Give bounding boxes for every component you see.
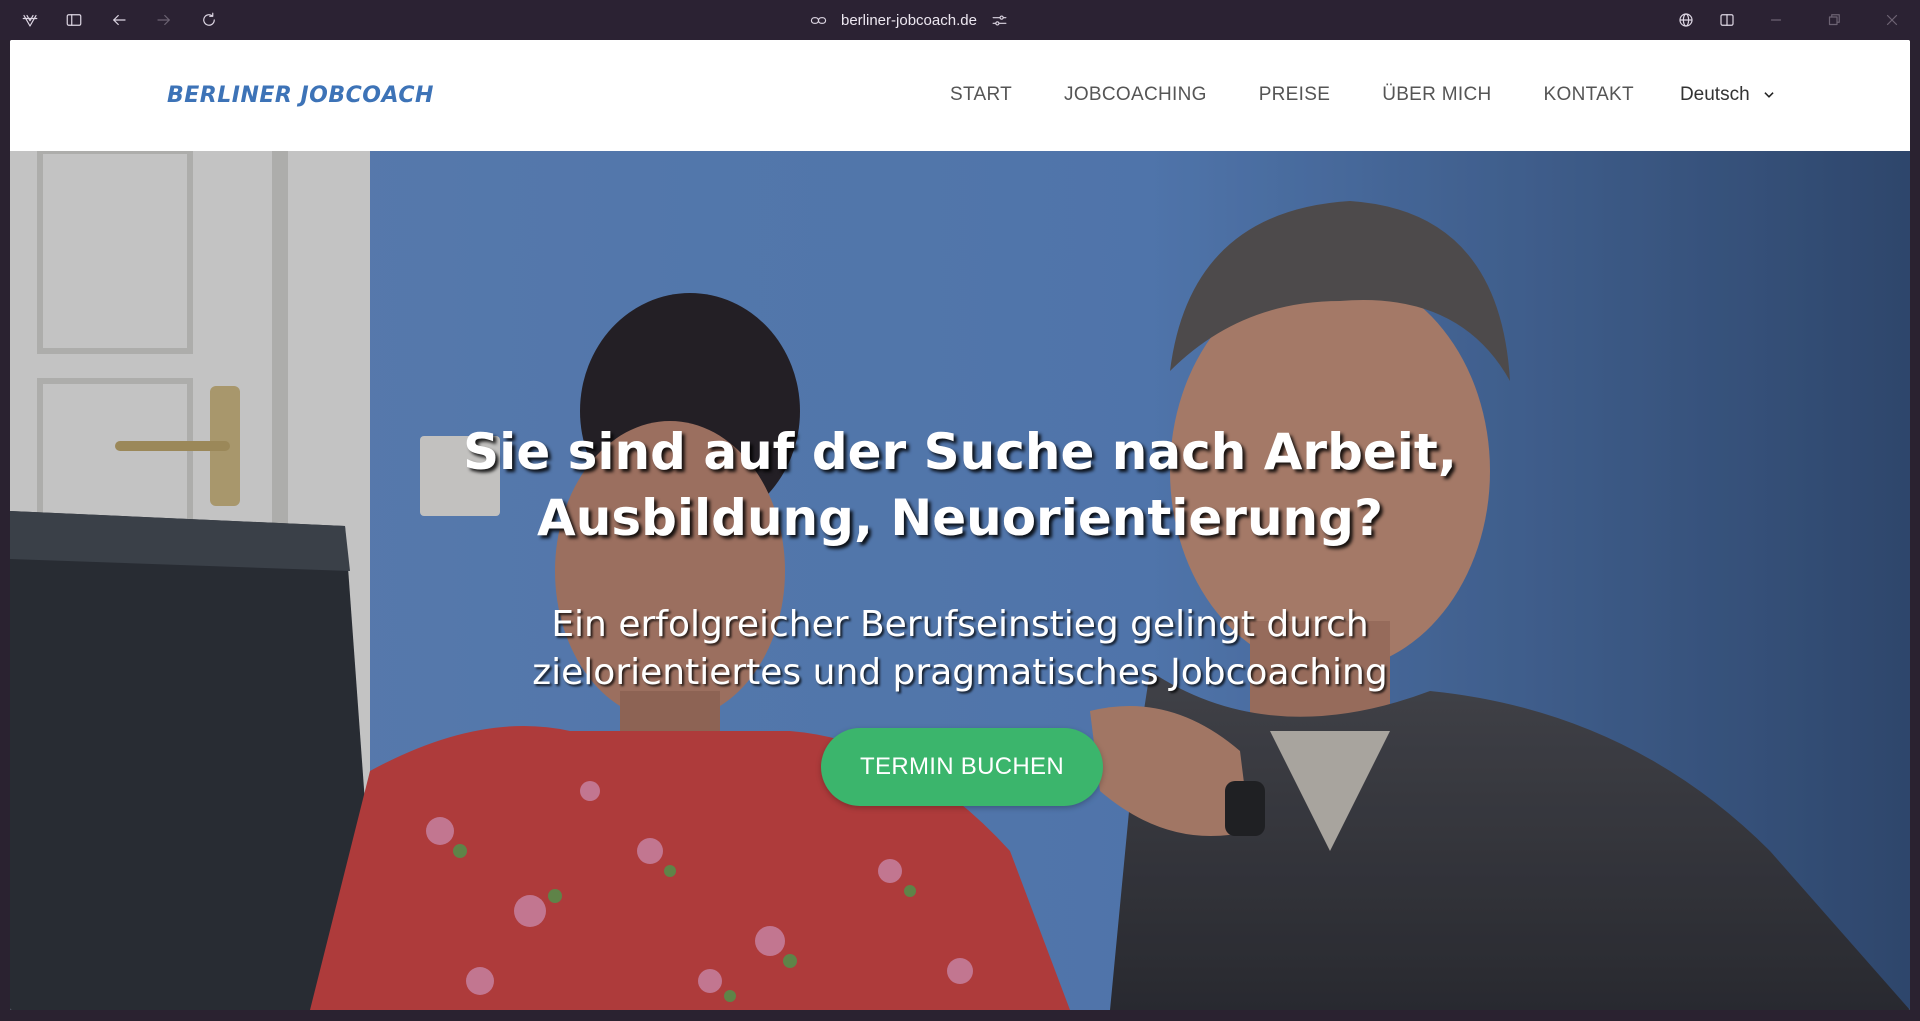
language-select[interactable]: Deutsch [1680, 84, 1776, 106]
sidebar-toggle-icon[interactable] [62, 8, 86, 32]
book-appointment-button[interactable]: TERMIN BUCHEN [821, 728, 1103, 806]
globe-icon[interactable] [1674, 8, 1698, 32]
site-settings-icon[interactable] [991, 12, 1008, 29]
forward-icon[interactable] [152, 8, 176, 32]
nav-start[interactable]: START [950, 84, 1012, 106]
split-view-icon[interactable] [1715, 8, 1739, 32]
hero-section: Sie sind auf der Suche nach Arbeit, Ausb… [10, 151, 1910, 1010]
hero-subtitle: Ein erfolgreicher Berufseinstieg gelingt… [10, 601, 1910, 697]
nav-kontakt[interactable]: KONTAKT [1544, 84, 1634, 106]
chevron-down-icon [1764, 92, 1774, 98]
url-text[interactable]: berliner-jobcoach.de [841, 12, 977, 29]
hero-title: Sie sind auf der Suche nach Arbeit, Ausb… [10, 419, 1910, 551]
hero-overlay [10, 151, 1910, 1010]
page-viewport: BERLINER JOBCOACH START JOBCOACHING PREI… [10, 40, 1910, 1010]
reload-icon[interactable] [197, 8, 221, 32]
hero-subtitle-line-1: Ein erfolgreicher Berufseinstieg gelingt… [551, 604, 1369, 645]
browser-toolbar: berliner-jobcoach.de [0, 0, 1920, 40]
close-icon[interactable] [1880, 8, 1904, 32]
window-bottom-edge [0, 1010, 1920, 1021]
site-header: BERLINER JOBCOACH START JOBCOACHING PREI… [10, 40, 1910, 151]
hero-subtitle-line-2: zielorientiertes und pragmatisches Jobco… [532, 652, 1388, 693]
minimize-icon[interactable] [1764, 8, 1788, 32]
hero-title-line-2: Ausbildung, Neuorientierung? [537, 489, 1383, 547]
nav-ueber-mich[interactable]: ÜBER MICH [1382, 84, 1491, 106]
language-label: Deutsch [1679, 84, 1750, 105]
site-logo[interactable]: BERLINER JOBCOACH [167, 83, 434, 108]
restore-icon[interactable] [1822, 8, 1846, 32]
address-bar[interactable]: berliner-jobcoach.de [810, 6, 1040, 34]
hero-title-line-1: Sie sind auf der Suche nach Arbeit, [463, 423, 1457, 481]
main-nav: START JOBCOACHING PREISE ÜBER MICH KONTA… [950, 84, 1776, 106]
back-icon[interactable] [107, 8, 131, 32]
nav-jobcoaching[interactable]: JOBCOACHING [1064, 84, 1207, 106]
vivaldi-logo-icon[interactable] [18, 8, 42, 32]
link-icon [810, 12, 827, 29]
nav-preise[interactable]: PREISE [1259, 84, 1331, 106]
